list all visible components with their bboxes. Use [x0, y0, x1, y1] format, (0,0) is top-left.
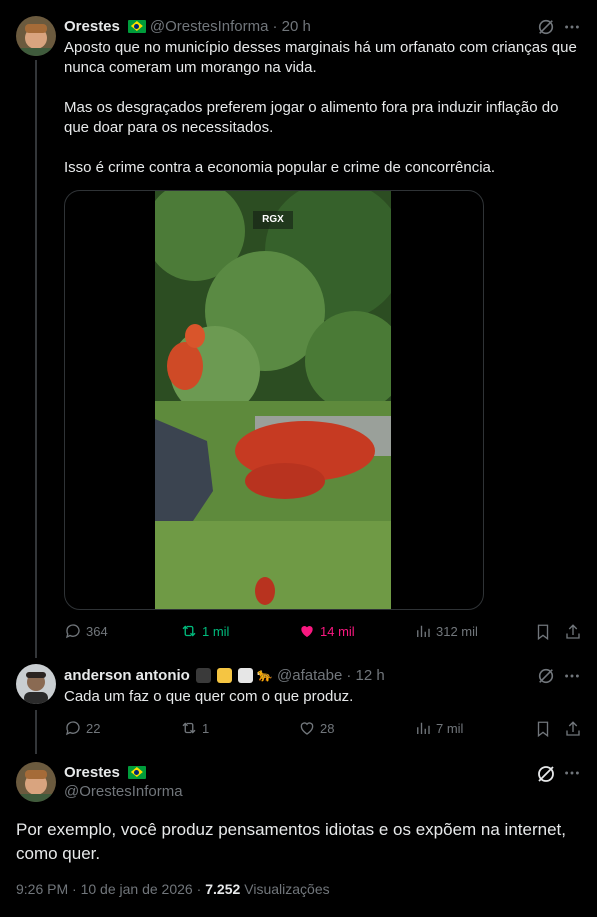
brazil-flag-icon	[127, 765, 146, 779]
avatar[interactable]	[16, 664, 56, 704]
avatar[interactable]	[16, 762, 56, 802]
views-count: 312 mil	[436, 623, 478, 639]
share-icon[interactable]	[563, 622, 583, 642]
repost-icon	[182, 625, 196, 637]
like-count: 14 mil	[320, 623, 355, 639]
avatar[interactable]	[16, 16, 56, 56]
views-icon	[417, 625, 430, 637]
tweet-header: anderson antonio 🐆 @afatabe · 12 h	[64, 665, 385, 685]
reply-icon	[65, 721, 80, 736]
grok-icon[interactable]	[536, 17, 556, 37]
bookmark-icon[interactable]	[533, 622, 553, 642]
heart-icon	[300, 722, 314, 735]
tweet-time[interactable]: · 20 h	[272, 18, 310, 35]
reply-count: 22	[86, 720, 101, 736]
repost-button[interactable]: 1	[180, 719, 209, 737]
author-handle[interactable]: @afatabe	[277, 667, 342, 684]
share-icon[interactable]	[563, 719, 583, 739]
video-watermark: RGX	[253, 211, 293, 229]
yellow-square-icon	[216, 667, 232, 683]
like-count: 28	[320, 720, 335, 736]
grok-icon[interactable]	[536, 666, 556, 686]
thread-line	[35, 60, 37, 658]
black-square-icon	[195, 667, 211, 683]
video-frame	[155, 191, 391, 609]
views-button[interactable]: 312 mil	[414, 622, 478, 640]
tweet-text: Aposto que no município desses marginais…	[64, 39, 577, 176]
author-name[interactable]: Orestes	[64, 18, 120, 35]
tweet-timestamp[interactable]: 9:26 PM · 10 de jan de 2026 ·	[16, 881, 201, 897]
tweet-text: Por exemplo, você produz pensamentos idi…	[16, 820, 566, 863]
bookmark-icon[interactable]	[533, 719, 553, 739]
author-info: Orestes @OrestesInforma	[64, 762, 183, 802]
author-handle[interactable]: @OrestesInforma	[150, 18, 269, 35]
repost-icon	[182, 722, 196, 734]
like-button[interactable]: 14 mil	[298, 622, 355, 640]
thread-line	[35, 710, 37, 754]
repost-count: 1 mil	[202, 623, 230, 639]
leopard-icon: 🐆	[256, 667, 274, 682]
like-button[interactable]: 28	[298, 719, 334, 737]
reply-button[interactable]: 22	[64, 719, 100, 737]
repost-count: 1	[202, 720, 210, 736]
views-count: 7 mil	[436, 720, 464, 736]
author-handle[interactable]: @OrestesInforma	[64, 782, 183, 802]
views-icon	[417, 722, 430, 734]
tweet-text: Cada um faz o que quer com o que produz.	[64, 688, 354, 705]
repost-button[interactable]: 1 mil	[180, 622, 229, 640]
reply-count: 364	[86, 623, 108, 639]
reply-button[interactable]: 364	[64, 622, 108, 640]
tweet-meta: 9:26 PM · 10 de jan de 2026 · 7.252 Visu…	[16, 881, 330, 897]
tweet-header: Orestes @OrestesInforma · 20 h	[64, 16, 311, 36]
video-player[interactable]: RGX	[64, 190, 484, 610]
tweet-time[interactable]: · 12 h	[346, 667, 384, 684]
grok-icon[interactable]	[535, 763, 557, 785]
views-button[interactable]: 7 mil	[414, 719, 463, 737]
author-name[interactable]: anderson antonio	[64, 667, 190, 684]
more-options-icon[interactable]	[562, 17, 582, 37]
heart-filled-icon	[301, 626, 313, 637]
white-square-icon	[237, 667, 253, 683]
brazil-flag-icon	[127, 19, 146, 33]
more-options-icon[interactable]	[562, 763, 582, 783]
view-count: 7.252	[205, 881, 241, 897]
more-options-icon[interactable]	[562, 666, 582, 686]
views-label: Visualizações	[244, 881, 330, 897]
reply-icon	[65, 624, 80, 639]
author-name[interactable]: Orestes	[64, 764, 120, 781]
